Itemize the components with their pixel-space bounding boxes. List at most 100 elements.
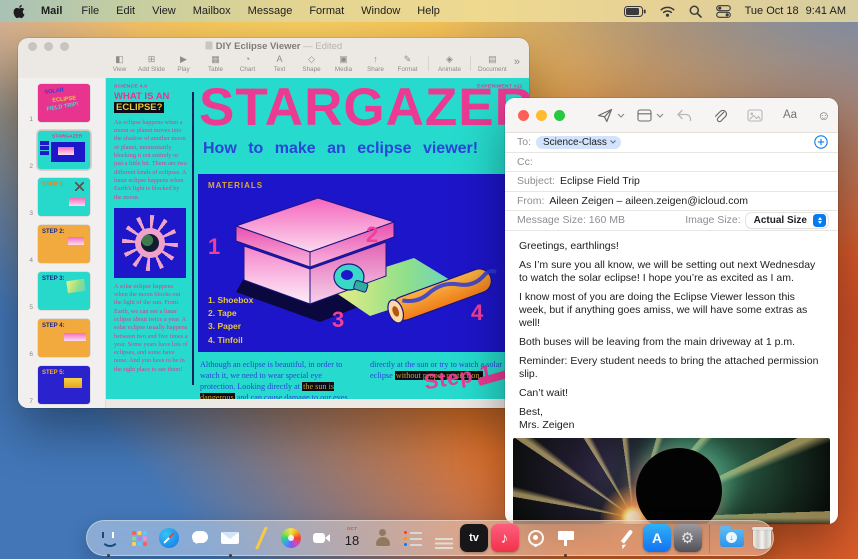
slide-number: 2 — [29, 163, 33, 170]
header-options-chevron-icon[interactable] — [656, 113, 664, 118]
shape-button[interactable]: ◇ Shape — [298, 55, 325, 74]
menu-edit[interactable]: Edit — [116, 5, 135, 17]
keynote-titlebar: DIY Eclipse Viewer — Edited — [18, 38, 529, 55]
send-options-chevron-icon[interactable] — [617, 113, 625, 118]
recipient-token[interactable]: Science-Class — [536, 135, 621, 149]
format-text-button[interactable]: Aa — [783, 109, 797, 121]
materials-box[interactable]: MATERIALS 1 2 3 4 1. Shoebox 2. Tape 3. … — [198, 174, 529, 352]
minimize-button[interactable] — [536, 109, 547, 121]
dock-trash[interactable] — [748, 524, 776, 552]
slide-subtitle[interactable]: How to make an eclipse viewer! — [203, 140, 478, 158]
insert-image-button[interactable] — [747, 108, 763, 122]
subject-field[interactable]: Subject: Eclipse Field Trip — [505, 172, 838, 192]
menu-app-name[interactable]: Mail — [41, 5, 62, 17]
toolbar-overflow-button[interactable]: » — [514, 55, 520, 69]
caution-text-left[interactable]: Although an eclipse is beautiful, in ord… — [200, 359, 356, 399]
close-button[interactable] — [518, 109, 529, 121]
dock-keynote[interactable] — [552, 524, 580, 557]
dock-launchpad[interactable] — [125, 524, 153, 552]
menu-file[interactable]: File — [81, 5, 99, 17]
add-recipient-button[interactable] — [814, 135, 828, 149]
menu-window[interactable]: Window — [361, 5, 400, 17]
format-icon: ✎ — [403, 54, 412, 64]
slide-title[interactable]: STARGAZER — [199, 80, 529, 136]
slide-thumbnail-4[interactable]: STEP 2: — [38, 225, 90, 263]
table-button[interactable]: ▦ Table — [202, 55, 229, 74]
dock-pages[interactable] — [613, 524, 641, 552]
share-button[interactable]: ↑ Share — [362, 55, 389, 74]
dock-numbers[interactable] — [582, 524, 610, 552]
header-fields-button[interactable] — [637, 108, 652, 122]
view-icon: ◧ — [115, 54, 124, 64]
thumb-art — [58, 147, 74, 155]
cc-label: Cc: — [517, 155, 533, 168]
dock-mail[interactable] — [216, 524, 244, 557]
slide-thumbnail-7[interactable]: STEP 5: — [38, 366, 90, 404]
document-icon: ▤ — [488, 54, 497, 64]
dock-contacts[interactable] — [369, 524, 397, 552]
dock-app-store[interactable]: A — [643, 524, 671, 552]
minimize-button[interactable] — [44, 42, 53, 51]
dock-messages[interactable] — [186, 524, 214, 552]
dock: OCT18 tv ♪ A ⚙ ↓ — [86, 520, 776, 557]
slide-left-column[interactable]: WHAT IS AN ECLIPSE? An eclipse happens w… — [114, 91, 188, 374]
control-center-icon[interactable] — [715, 4, 731, 18]
slide-thumbnail-1[interactable]: SOLAR ECLIPSE FIELD TRIP! — [38, 84, 90, 122]
menu-mailbox[interactable]: Mailbox — [193, 5, 231, 17]
dock-safari[interactable] — [155, 524, 183, 552]
menu-help[interactable]: Help — [417, 5, 440, 17]
eclipse-photo-attachment[interactable] — [513, 437, 830, 524]
zoom-button[interactable] — [60, 42, 69, 51]
document-button[interactable]: ▤ Document — [478, 54, 507, 74]
dock-calendar[interactable]: OCT 18 — [338, 524, 366, 552]
dock-music[interactable]: ♪ — [490, 524, 519, 552]
slide-thumbnail-5[interactable]: STEP 3: — [38, 272, 90, 310]
dock-finder[interactable] — [94, 524, 122, 557]
from-field[interactable]: From: Aileen Zeigen – aileen.zeigen@iclo… — [505, 192, 838, 211]
close-button[interactable] — [28, 42, 37, 51]
media-button[interactable]: ▣ Media — [330, 55, 357, 74]
zoom-button[interactable] — [554, 109, 565, 121]
dock-podcasts[interactable] — [521, 524, 549, 552]
apple-menu-icon[interactable] — [12, 4, 25, 19]
reply-button[interactable] — [676, 109, 692, 122]
add-slide-button[interactable]: ⊞ Add Slide — [138, 55, 165, 74]
send-button[interactable] — [597, 108, 613, 123]
view-button[interactable]: ◧ View — [106, 54, 133, 74]
thumb-art — [68, 237, 84, 245]
attachment-button[interactable] — [712, 108, 727, 123]
dock-notes[interactable] — [430, 524, 458, 552]
emoji-button[interactable]: ☺ — [817, 108, 830, 123]
play-button[interactable]: ▶ Play — [170, 55, 197, 74]
to-field[interactable]: To: Science-Class — [505, 133, 838, 153]
menu-time[interactable]: 9:41 AM — [806, 5, 846, 17]
chart-button[interactable]: ◔ Chart — [234, 54, 261, 74]
format-button[interactable]: ✎ Format — [394, 54, 421, 74]
dock-photos[interactable] — [277, 524, 305, 552]
to-label: To: — [517, 136, 532, 149]
message-size-label: Message Size: — [517, 214, 586, 227]
slide-thumbnail-2-selected[interactable]: STARGAZER — [38, 131, 90, 169]
dock-downloads[interactable]: ↓ — [718, 524, 746, 552]
message-body[interactable]: Greetings, earthlings! As I’m sure you a… — [505, 231, 838, 432]
menu-message[interactable]: Message — [248, 5, 293, 17]
animate-button[interactable]: ◈ Animate — [436, 55, 463, 74]
chart-icon: ◔ — [244, 54, 251, 64]
dock-system-settings[interactable]: ⚙ — [673, 524, 702, 552]
menu-view[interactable]: View — [152, 5, 176, 17]
text-button[interactable]: A Text — [266, 55, 293, 74]
slide-thumbnail-6[interactable]: STEP 4: — [38, 319, 90, 357]
cc-field[interactable]: Cc: — [505, 153, 838, 172]
dock-reminders[interactable] — [399, 524, 427, 552]
slide-course-label[interactable]: SCIENCE 4.0 — [114, 83, 147, 89]
battery-icon[interactable] — [623, 5, 646, 17]
menu-date[interactable]: Tue Oct 18 — [745, 5, 799, 17]
image-size-select[interactable]: Actual Size — [745, 212, 828, 228]
dock-facetime[interactable] — [308, 524, 336, 552]
dock-maps[interactable] — [247, 524, 275, 552]
slide-thumbnail-3[interactable]: STEP 1: — [38, 178, 90, 216]
wifi-icon[interactable] — [660, 6, 675, 17]
dock-tv[interactable]: tv — [460, 524, 488, 552]
menu-format[interactable]: Format — [309, 5, 344, 17]
search-icon[interactable] — [689, 5, 702, 18]
